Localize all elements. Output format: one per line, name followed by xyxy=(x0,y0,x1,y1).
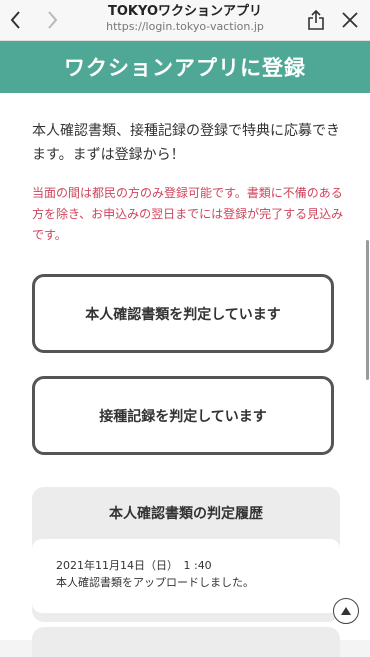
history-entry-date: 2021年11月14日（日） 1 :40 xyxy=(56,559,212,572)
notice-text: 当面の間は都民の方のみ登録可能です。書類に不備のある方を除き、お申込みの翌日まで… xyxy=(32,186,344,242)
chevron-right-icon xyxy=(48,11,58,29)
close-button[interactable] xyxy=(336,6,364,34)
page-url: https://login.tokyo-vaction.jp xyxy=(106,20,264,33)
address-bar[interactable]: TOKYOワクションアプリ https://login.tokyo-vactio… xyxy=(80,3,290,34)
scroll-to-top-button[interactable] xyxy=(333,598,359,624)
close-icon xyxy=(342,12,358,28)
next-card xyxy=(32,627,340,657)
scrollbar[interactable] xyxy=(366,240,369,380)
back-button[interactable] xyxy=(2,6,30,34)
id-document-status-button[interactable]: 本人確認書類を判定しています xyxy=(32,274,334,353)
browser-toolbar: TOKYOワクションアプリ https://login.tokyo-vactio… xyxy=(0,0,370,41)
forward-button[interactable] xyxy=(38,6,66,34)
chevron-left-icon xyxy=(10,11,20,29)
share-button[interactable] xyxy=(302,6,330,34)
id-document-history-card: 本人確認書類の判定履歴 2021年11月14日（日） 1 :40 本人確認書類を… xyxy=(32,487,340,622)
page-title: ワクションアプリに登録 xyxy=(0,41,370,93)
share-icon xyxy=(308,9,324,30)
history-title: 本人確認書類の判定履歴 xyxy=(109,506,263,522)
main-content: 本人確認書類、接種記録の登録で特典に応募できます。まずは登録から！ 当面の間は都… xyxy=(0,93,370,657)
page-name: TOKYOワクションアプリ xyxy=(108,4,262,19)
history-entry: 2021年11月14日（日） 1 :40 本人確認書類をアップロードしました。 xyxy=(32,539,340,613)
intro-text: 本人確認書類、接種記録の登録で特典に応募できます。まずは登録から！ xyxy=(32,123,340,163)
vaccination-record-status-button[interactable]: 接種記録を判定しています xyxy=(32,376,334,455)
arrow-up-icon xyxy=(341,607,351,615)
history-entry-text: 本人確認書類をアップロードしました。 xyxy=(56,576,254,589)
